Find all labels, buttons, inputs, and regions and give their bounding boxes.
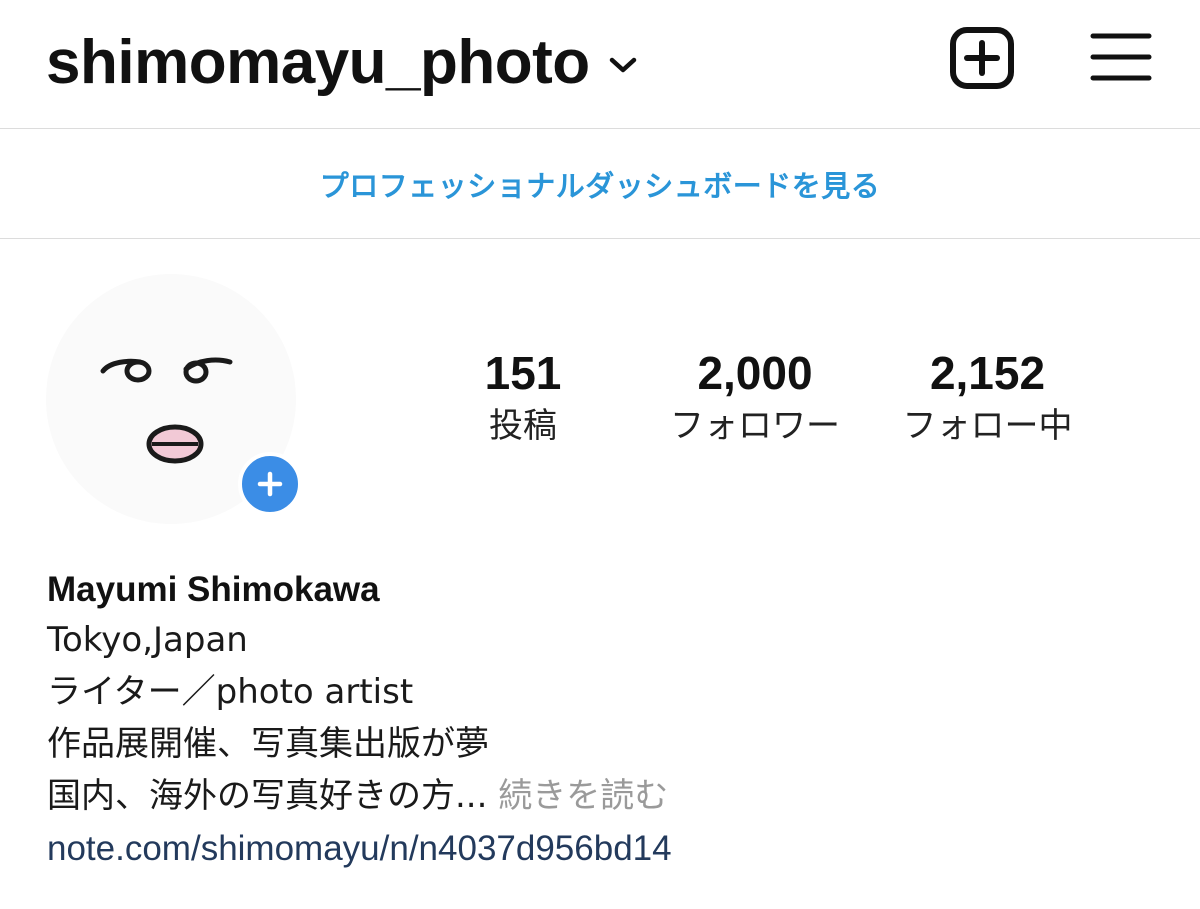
profile-bio: Mayumi Shimokawa Tokyo,Japan ライター／photo … [47,566,1157,876]
bio-line: ライター／photo artist [47,672,414,712]
professional-dashboard-row: プロフェッショナルダッシュボードを見る [0,130,1200,239]
plus-square-icon [950,27,1014,89]
chevron-down-icon [608,55,638,75]
posts-count-label: 投稿 [489,406,557,446]
following-count-label: フォロー中 [902,406,1073,446]
plus-icon [257,471,283,497]
followers-count-label: フォロワー [670,406,840,446]
profile-screen: shimomayu_photo プロフェッショナルダッシュボードを見る 151 … [0,0,1200,909]
avatar-container [46,274,302,524]
following-count-value: 2,152 [929,347,1046,399]
posts-count[interactable]: 151 投稿 [443,345,603,451]
bio-website-link[interactable]: note.com/shimomayu/n/n4037d956bd14 [47,822,1157,876]
followers-count[interactable]: 2,000 フォロワー [640,345,870,451]
full-name: Mayumi Shimokawa [47,570,380,609]
hamburger-menu-icon [1090,33,1152,81]
following-count[interactable]: 2,152 フォロー中 [880,345,1095,451]
read-more-link[interactable]: 続きを読む [498,776,668,816]
bio-line: Tokyo,Japan [47,620,248,660]
followers-count-value: 2,000 [697,347,813,399]
bio-line: 作品展開催、写真集出版が夢 [47,724,489,764]
professional-dashboard-link[interactable]: プロフェッショナルダッシュボードを見る [320,163,881,205]
posts-count-value: 151 [484,347,562,399]
menu-button[interactable] [1086,26,1156,88]
bio-truncated-text: 国内、海外の写真好きの方... [47,776,488,816]
account-switcher[interactable]: shimomayu_photo [46,22,638,102]
top-bar: shimomayu_photo [0,0,1200,129]
profile-username: shimomayu_photo [46,27,590,97]
add-story-button[interactable] [238,452,302,516]
new-post-button[interactable] [946,24,1018,92]
bio-truncated-line: 国内、海外の写真好きの方... 続きを読む [47,770,1157,822]
